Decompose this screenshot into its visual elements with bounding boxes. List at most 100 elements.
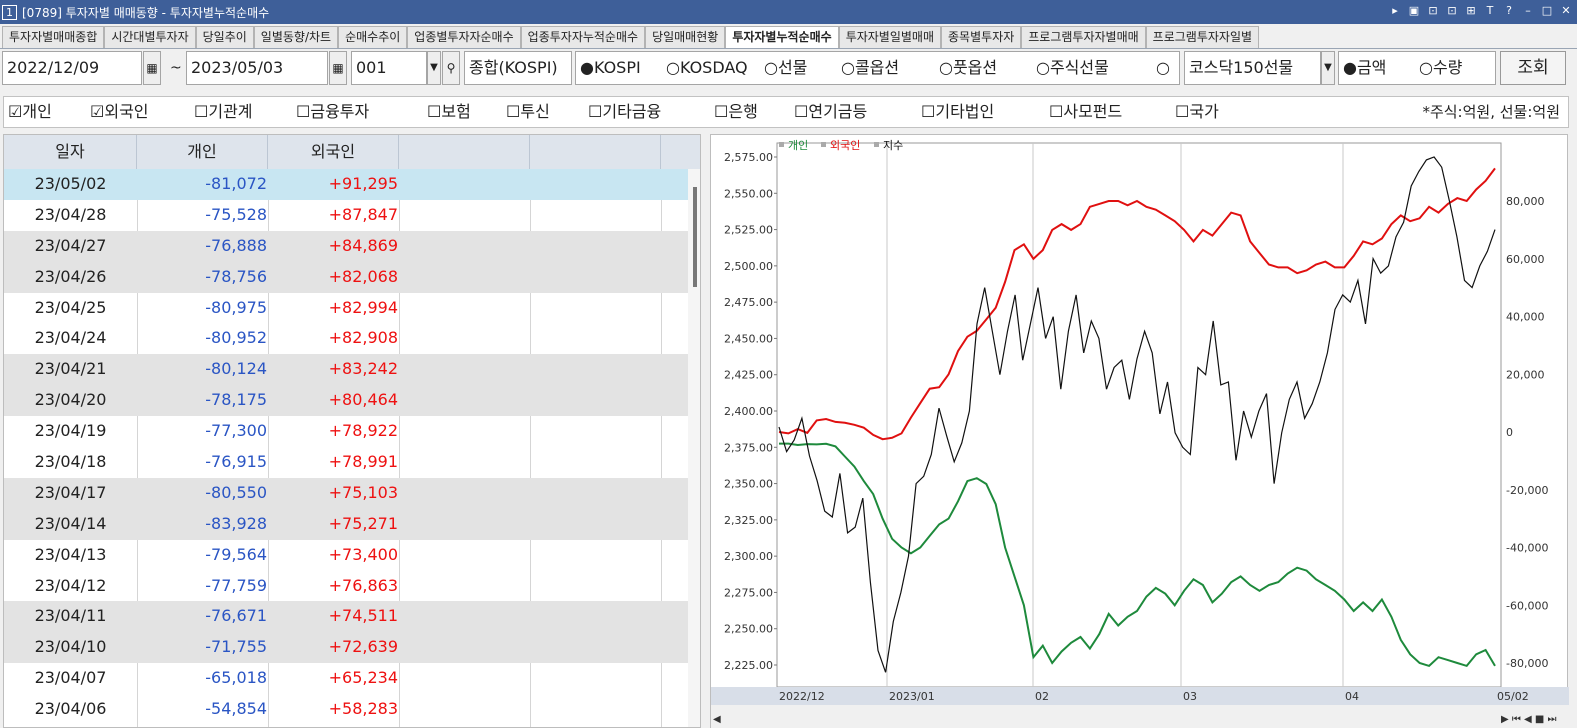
minimize-icon[interactable]: –: [1521, 3, 1535, 19]
tab-program-investor[interactable]: 프로그램투자자별매매: [1021, 26, 1146, 48]
radio-put-option[interactable]: ○풋옵션: [939, 52, 997, 84]
row-date: 23/04/18: [34, 452, 107, 472]
radio-kospi[interactable]: ●KOSPI: [580, 52, 641, 84]
search-icon[interactable]: ⚲: [442, 51, 460, 85]
left-tick-label: 2,225.00: [724, 659, 773, 672]
kosdaq150-select[interactable]: 코스닥150선물: [1184, 51, 1321, 85]
start-calendar-icon[interactable]: ▦: [143, 51, 161, 85]
legend-label: 지수: [883, 139, 903, 152]
left-tick-label: 2,475.00: [724, 296, 773, 309]
radio-call-option[interactable]: ○콜옵션: [841, 52, 899, 84]
row-individual: -54,854: [205, 699, 267, 719]
tab-intraday[interactable]: 당일추이: [195, 26, 254, 48]
table-row[interactable]: 23/04/07 -65,018 +65,234: [4, 663, 688, 694]
arrow-icon[interactable]: ▸: [1388, 3, 1402, 19]
check-investment-trust[interactable]: ☐투신: [506, 97, 550, 127]
radio-futures[interactable]: ○선물: [764, 52, 807, 84]
kosdaq150-chevron-icon[interactable]: ▼: [1321, 51, 1335, 85]
radio-kosdaq150[interactable]: ○: [1156, 52, 1170, 84]
table-row[interactable]: 23/04/14 -83,928 +75,271: [4, 508, 688, 540]
table-row[interactable]: 23/04/26 -78,756 +82,068: [4, 261, 688, 293]
radio-amount[interactable]: ●금액: [1343, 52, 1386, 84]
row-date: 23/04/17: [34, 482, 107, 502]
row-date: 23/04/11: [34, 606, 107, 626]
close-icon[interactable]: ✕: [1559, 3, 1573, 19]
check-financial-investment[interactable]: ☐금융투자: [296, 97, 369, 127]
font-icon[interactable]: T: [1483, 3, 1497, 19]
screen-icon[interactable]: ⊡: [1426, 3, 1440, 19]
check-other-finance[interactable]: ☐기타금융: [588, 97, 661, 127]
check-government[interactable]: ☐국가: [1175, 97, 1219, 127]
maximize-icon[interactable]: □: [1540, 3, 1554, 19]
check-insurance[interactable]: ☐보험: [427, 97, 471, 127]
check-bank[interactable]: ☐은행: [714, 97, 758, 127]
check-pension[interactable]: ☐연기금등: [794, 97, 867, 127]
row-individual: -79,564: [205, 544, 267, 564]
left-tick-label: 2,575.00: [724, 151, 773, 164]
table-row[interactable]: 23/04/21 -80,124 +83,242: [4, 354, 688, 386]
row-date: 23/04/21: [34, 359, 107, 379]
table-row[interactable]: 23/04/11 -76,671 +74,511: [4, 601, 688, 633]
table-row[interactable]: 23/04/24 -80,952 +82,908: [4, 323, 688, 354]
tab-today-trades[interactable]: 당일매매현황: [645, 26, 726, 48]
tab-stock-investor[interactable]: 종목별투자자: [941, 26, 1022, 48]
grid-icon[interactable]: ⊞: [1464, 3, 1478, 19]
end-date-input[interactable]: 2023/05/03: [186, 51, 328, 85]
tab-sector-net[interactable]: 업종별투자자순매수: [407, 26, 521, 48]
table-row[interactable]: 23/04/06 -54,854 +58,283: [4, 694, 688, 725]
header-foreign[interactable]: 외국인: [268, 135, 399, 169]
table-row[interactable]: 23/04/27 -76,888 +84,869: [4, 230, 688, 262]
check-foreign[interactable]: ☑외국인: [90, 97, 149, 127]
tab-investor-daily[interactable]: 투자자별일별매매: [838, 26, 942, 48]
table-scrollbar[interactable]: [688, 169, 700, 727]
tab-time-investor[interactable]: 시간대별투자자: [104, 26, 196, 48]
tab-net-trend[interactable]: 순매수추이: [338, 26, 408, 48]
radio-kosdaq[interactable]: ○KOSDAQ: [666, 52, 748, 84]
row-date: 23/04/13: [34, 544, 107, 564]
row-foreign: +91,295: [328, 174, 398, 193]
chevron-down-icon[interactable]: ▼: [427, 51, 441, 85]
check-individual[interactable]: ☑개인: [8, 97, 52, 127]
tab-investor-summary[interactable]: 투자자별매매종합: [2, 26, 105, 48]
tab-sector-cumulative[interactable]: 업종투자자누적순매수: [520, 26, 646, 48]
radio-stock-futures[interactable]: ○주식선물: [1036, 52, 1109, 84]
tab-investor-cumulative[interactable]: 투자자별누적순매수: [725, 26, 839, 48]
table-row[interactable]: 23/04/28 -75,528 +87,847: [4, 200, 688, 231]
row-foreign: +58,283: [328, 699, 398, 719]
x-tick-label: 2023/01: [889, 690, 935, 703]
row-date: 23/04/26: [34, 266, 107, 286]
header-date[interactable]: 일자: [4, 135, 137, 169]
radio-quantity[interactable]: ○수량: [1419, 52, 1462, 84]
tab-program-daily[interactable]: 프로그램투자자일별: [1145, 26, 1260, 48]
help-icon[interactable]: ?: [1502, 3, 1516, 19]
tab-divider: [0, 48, 1577, 49]
table-row[interactable]: 23/04/25 -80,975 +82,994: [4, 293, 688, 324]
tab-daily-chart[interactable]: 일별동향/차트: [253, 26, 339, 48]
x-tick-label: 03: [1183, 690, 1197, 703]
check-other-corp[interactable]: ☐기타법인: [921, 97, 994, 127]
search-button[interactable]: 조회: [1500, 51, 1566, 85]
row-date: 23/04/20: [34, 390, 107, 410]
start-date-input[interactable]: 2022/12/09: [2, 51, 142, 85]
table-row[interactable]: 23/04/13 -79,564 +73,400: [4, 540, 688, 571]
header-individual[interactable]: 개인: [137, 135, 268, 169]
check-private-fund[interactable]: ☐사모펀드: [1049, 97, 1122, 127]
row-foreign: +65,234: [328, 668, 398, 688]
code-input[interactable]: 001: [351, 51, 427, 85]
table-row[interactable]: 23/04/17 -80,550 +75,103: [4, 477, 688, 509]
table-row[interactable]: 23/04/12 -77,759 +76,863: [4, 571, 688, 602]
table-row[interactable]: 23/05/02 -81,072 +91,295: [4, 169, 688, 200]
x-tick-label: 05/02: [1497, 690, 1529, 703]
right-tick-label: -80,000: [1506, 657, 1548, 670]
table-row[interactable]: 23/04/10 -71,755 +72,639: [4, 632, 688, 664]
row-foreign: +80,464: [328, 390, 398, 410]
window-icon[interactable]: ▣: [1407, 3, 1421, 19]
scrollbar-thumb[interactable]: [693, 187, 697, 287]
end-calendar-icon[interactable]: ▦: [329, 51, 347, 85]
row-date: 23/04/19: [34, 421, 107, 441]
screen2-icon[interactable]: ⊡: [1445, 3, 1459, 19]
table-row[interactable]: 23/04/18 -76,915 +78,991: [4, 447, 688, 478]
table-row[interactable]: 23/04/19 -77,300 +78,922: [4, 416, 688, 447]
table-row[interactable]: 23/04/20 -78,175 +80,464: [4, 385, 688, 417]
check-institution[interactable]: ☐기관계: [194, 97, 253, 127]
